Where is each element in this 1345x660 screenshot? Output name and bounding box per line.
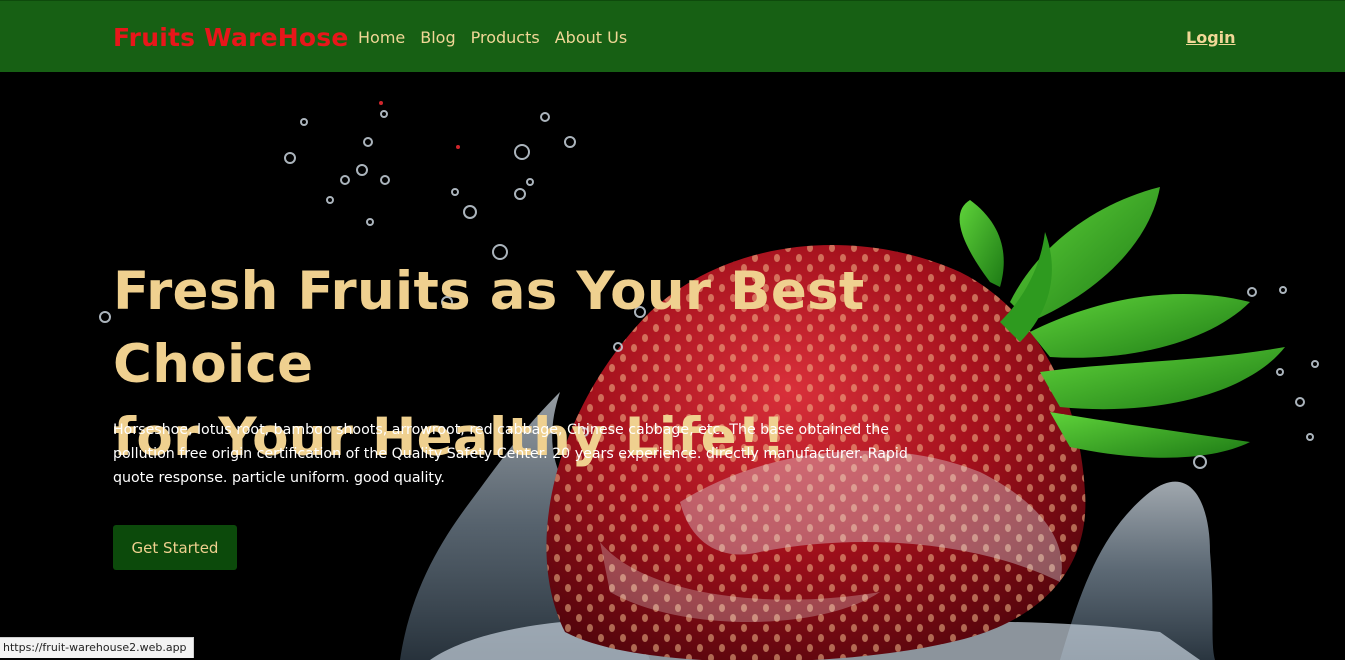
nav-link-blog[interactable]: Blog xyxy=(420,28,455,47)
nav-link-products[interactable]: Products xyxy=(471,28,540,47)
brand-logo[interactable]: Fruits WareHose xyxy=(113,23,348,52)
hero-title-line-1: Fresh Fruits as Your Best Choice xyxy=(113,261,865,395)
nav-links: Home Blog Products About Us xyxy=(358,28,627,47)
top-navbar: Fruits WareHose Home Blog Products About… xyxy=(0,0,1345,72)
login-link[interactable]: Login xyxy=(1186,28,1236,47)
nav-link-home[interactable]: Home xyxy=(358,28,405,47)
hero-section: Fresh Fruits as Your Best Choice for Your… xyxy=(0,72,1345,660)
get-started-button[interactable]: Get Started xyxy=(113,525,237,570)
nav-link-about-us[interactable]: About Us xyxy=(555,28,627,47)
status-bar-url: https://fruit-warehouse2.web.app xyxy=(0,637,194,658)
hero-description: Horseshoe, lotus root, bamboo shoots, ar… xyxy=(113,422,908,486)
